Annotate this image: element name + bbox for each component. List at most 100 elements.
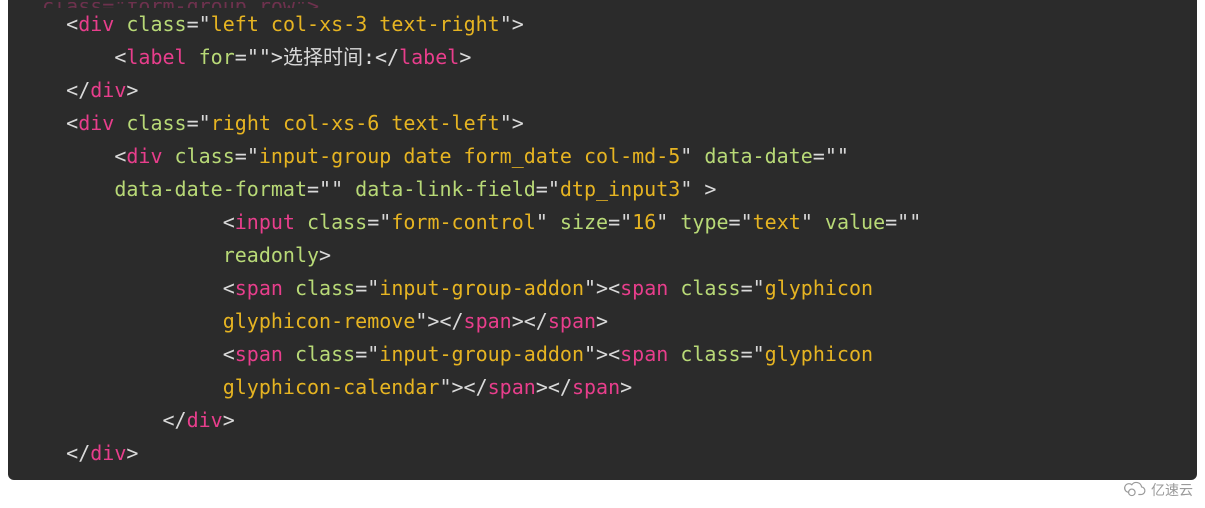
- code-token: 16: [632, 210, 656, 234]
- code-line: <input class="form-control" size="16" ty…: [18, 206, 1187, 239]
- code-token: ": [247, 144, 259, 168]
- code-token: >: [452, 375, 464, 399]
- code-token: ": [584, 276, 596, 300]
- code-token: </: [464, 375, 488, 399]
- code-token: [114, 111, 126, 135]
- code-token: input-group-addon: [379, 276, 584, 300]
- code-token: </: [66, 78, 90, 102]
- code-token: =: [235, 144, 247, 168]
- code-token: ": [548, 177, 560, 201]
- code-token: <: [223, 276, 235, 300]
- code-token: [813, 210, 825, 234]
- code-token: ": [415, 309, 427, 333]
- code-token: >: [126, 441, 138, 465]
- code-token: ": [500, 111, 512, 135]
- code-line: </div>: [18, 437, 1187, 470]
- code-token: input-group date form_date col-md-5: [259, 144, 680, 168]
- code-token: [163, 144, 175, 168]
- code-token: span: [235, 342, 283, 366]
- code-token: form-control: [391, 210, 536, 234]
- code-token: input-group-addon: [379, 342, 584, 366]
- code-token: ": [825, 144, 837, 168]
- code-token: data-link-field: [355, 177, 536, 201]
- code-token: </: [548, 375, 572, 399]
- code-token: ": [379, 210, 391, 234]
- code-line: </div>: [18, 74, 1187, 107]
- code-line: glyphicon-calendar"></span></span>: [18, 371, 1187, 404]
- watermark: 亿速云: [1121, 479, 1193, 500]
- code-token: ": [500, 12, 512, 36]
- code-token: class: [307, 210, 367, 234]
- code-token: >: [596, 276, 608, 300]
- code-line: <span class="input-group-addon"><span cl…: [18, 272, 1187, 305]
- code-token: ": [801, 210, 813, 234]
- code-token: =: [367, 210, 379, 234]
- code-token: =: [187, 12, 199, 36]
- code-token: =: [885, 210, 897, 234]
- code-line: <div class="right col-xs-6 text-left">: [18, 107, 1187, 140]
- code-token: >: [126, 78, 138, 102]
- code-token: ": [897, 210, 909, 234]
- code-token: ": [584, 342, 596, 366]
- code-token: ": [753, 276, 765, 300]
- code-token: [283, 342, 295, 366]
- watermark-text: 亿速云: [1151, 480, 1193, 500]
- code-token: <: [608, 342, 620, 366]
- code-token: data-date: [704, 144, 812, 168]
- code-token: class: [295, 342, 355, 366]
- code-token: >: [427, 309, 439, 333]
- code-token: ": [656, 210, 668, 234]
- code-token: </: [66, 441, 90, 465]
- code-token: value: [825, 210, 885, 234]
- code-token: >: [596, 309, 608, 333]
- code-token: [668, 276, 680, 300]
- code-line: glyphicon-remove"></span></span>: [18, 305, 1187, 338]
- code-token: =: [741, 276, 753, 300]
- code-token: glyphicon: [765, 342, 873, 366]
- code-line: <label for="">选择时间:</label>: [18, 41, 1187, 74]
- code-token: =: [608, 210, 620, 234]
- code-token: =: [307, 177, 319, 201]
- code-token: </: [439, 309, 463, 333]
- code-token: [114, 12, 126, 36]
- code-token: class: [295, 276, 355, 300]
- code-token: </: [163, 408, 187, 432]
- code-token: type: [680, 210, 728, 234]
- code-token: readonly: [223, 243, 319, 267]
- code-token: size: [560, 210, 608, 234]
- code-token: =: [813, 144, 825, 168]
- code-token: [668, 342, 680, 366]
- code-token: =: [741, 342, 753, 366]
- code-token: ": [680, 144, 692, 168]
- code-token: label: [126, 45, 186, 69]
- code-token: div: [126, 144, 162, 168]
- code-line: <div class="input-group date form_date c…: [18, 140, 1187, 173]
- code-token: for: [199, 45, 235, 69]
- code-token: [668, 210, 680, 234]
- code-token: span: [548, 309, 596, 333]
- code-token: =: [729, 210, 741, 234]
- code-token: >: [512, 111, 524, 135]
- code-token: >: [271, 45, 283, 69]
- code-token: ": [909, 210, 921, 234]
- code-token: >: [620, 375, 632, 399]
- code-token: class: [175, 144, 235, 168]
- code-token: ": [680, 177, 692, 201]
- code-token: ": [199, 12, 211, 36]
- code-token: 选择时间:: [283, 45, 375, 69]
- code-token: glyphicon-remove: [223, 309, 416, 333]
- watermark-logo-icon: [1121, 479, 1147, 500]
- code-token: [548, 210, 560, 234]
- code-token: <: [66, 12, 78, 36]
- code-token: class: [680, 342, 740, 366]
- code-token: span: [235, 276, 283, 300]
- code-token: ": [367, 342, 379, 366]
- code-snippet: class="form-group row"> <div class="left…: [8, 0, 1197, 480]
- code-token: input: [235, 210, 295, 234]
- code-token: <: [114, 45, 126, 69]
- code-token: ": [536, 210, 548, 234]
- code-token: ": [741, 210, 753, 234]
- code-token: <: [223, 342, 235, 366]
- code-token: span: [464, 309, 512, 333]
- code-token: >: [692, 177, 716, 201]
